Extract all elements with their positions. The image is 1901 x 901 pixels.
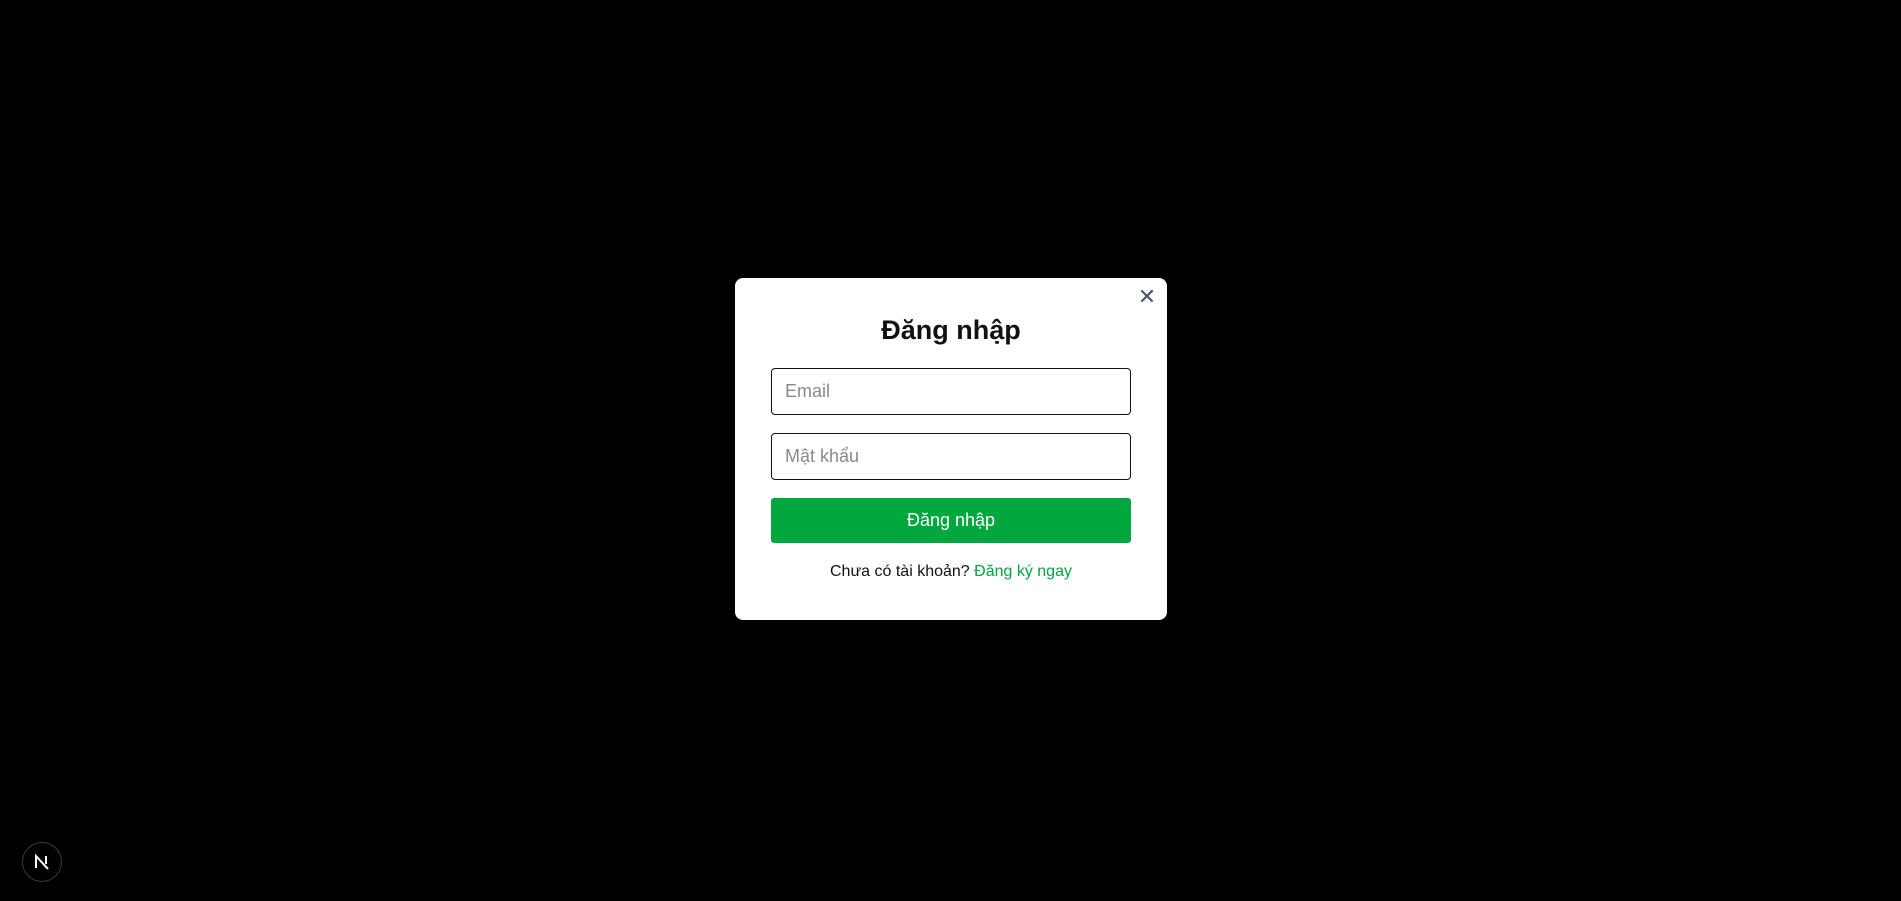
modal-title: Đăng nhập — [881, 315, 1021, 345]
register-prompt: Chưa có tài khoản? Đăng ký ngay — [771, 563, 1131, 581]
nextjs-dev-badge[interactable] — [22, 842, 62, 882]
nextjs-logo-icon — [35, 853, 49, 870]
login-button[interactable]: Đăng nhập — [771, 498, 1131, 543]
register-prompt-text: Chưa có tài khoản? — [830, 563, 970, 580]
close-icon[interactable]: ✕ — [1135, 286, 1159, 310]
login-modal: ✕ Đăng nhập Đăng nhập Chưa có tài khoản?… — [735, 278, 1167, 620]
email-field[interactable] — [771, 368, 1131, 415]
register-link[interactable]: Đăng ký ngay — [974, 563, 1072, 580]
password-field[interactable] — [771, 433, 1131, 480]
